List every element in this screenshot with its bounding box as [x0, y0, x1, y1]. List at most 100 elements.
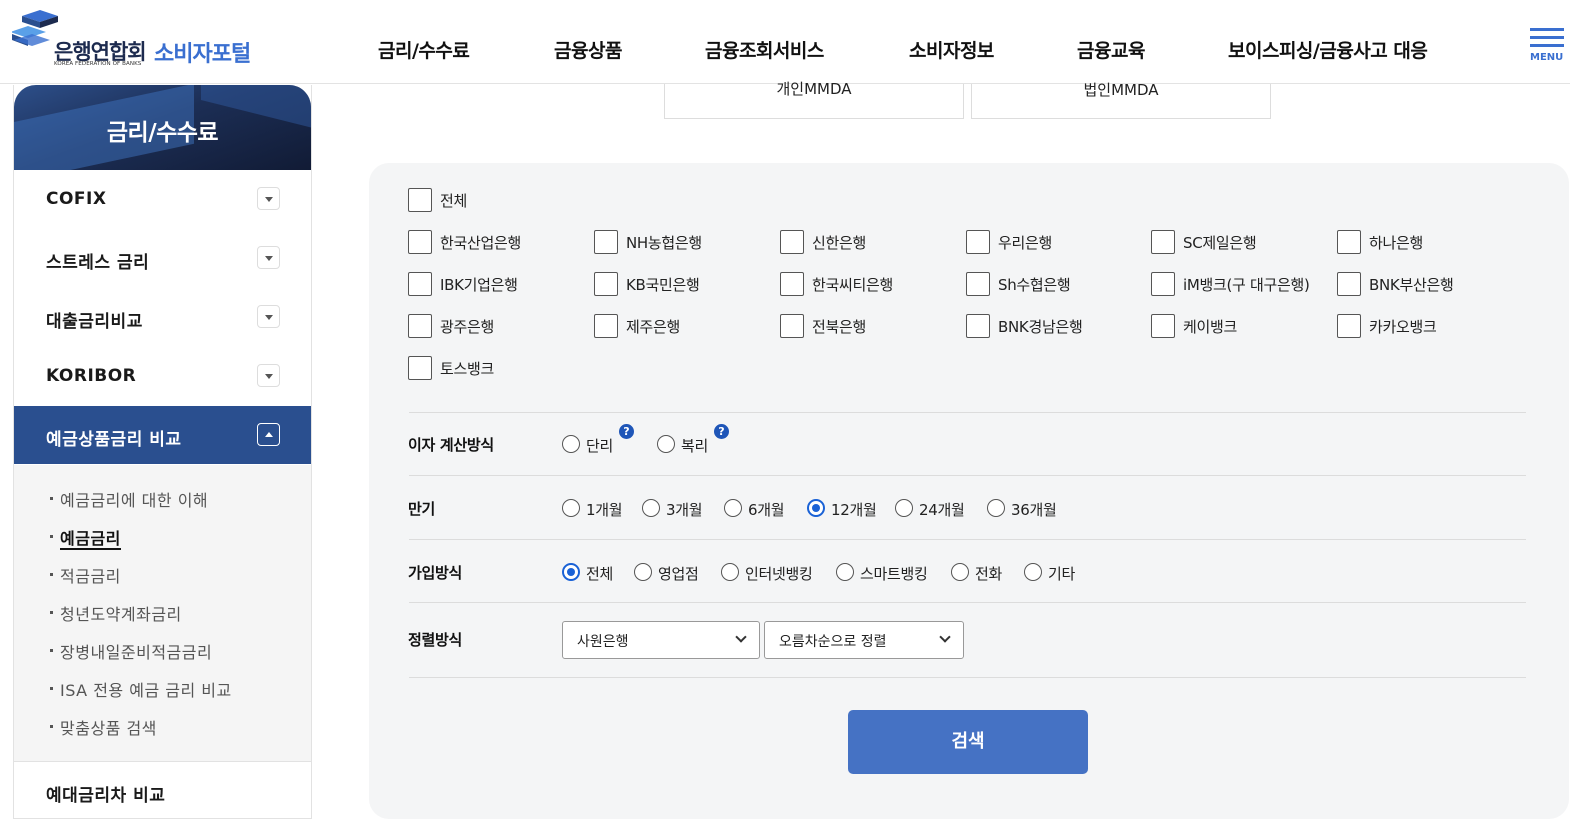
menu-label: MENU — [1530, 52, 1564, 63]
chevron-up-icon[interactable] — [257, 423, 280, 446]
nav-rates[interactable]: 금리/수수료 — [378, 36, 470, 63]
checkbox-box[interactable] — [1151, 272, 1175, 296]
checkbox-label: 제주은행 — [626, 318, 681, 336]
term-label: 만기 — [408, 500, 436, 518]
nav-phishing[interactable]: 보이스피싱/금융사고 대응 — [1228, 36, 1428, 63]
checkbox-label: 토스뱅크 — [440, 360, 495, 378]
radio-label: 1개월 — [586, 501, 623, 519]
nav-inquiry[interactable]: 금융조회서비스 — [705, 36, 824, 63]
checkbox-label: KB국민은행 — [626, 276, 700, 294]
checkbox-label: BNK부산은행 — [1369, 276, 1454, 294]
tab-corporate-mmda[interactable]: 법인MMDA — [971, 83, 1271, 119]
checkbox-label: SC제일은행 — [1183, 234, 1257, 252]
radio-circle[interactable] — [562, 563, 580, 581]
divider — [409, 677, 1526, 678]
radio-circle[interactable] — [562, 499, 580, 517]
sub-item-custom-search[interactable]: 맞춤상품 검색 — [14, 715, 311, 753]
radio-label: 24개월 — [919, 501, 965, 519]
sub-item-understanding[interactable]: 예금금리에 대한 이해 — [14, 487, 311, 525]
checkbox-box[interactable] — [594, 314, 618, 338]
sidebar-item-koribor[interactable]: KORIBOR — [14, 347, 311, 406]
checkbox-box[interactable] — [1151, 230, 1175, 254]
nav-education[interactable]: 금융교육 — [1077, 36, 1145, 63]
search-button[interactable]: 검색 — [848, 710, 1088, 774]
sort-order-select[interactable]: 오름차순으로 정렬 — [764, 621, 964, 659]
radio-circle[interactable] — [721, 563, 739, 581]
radio-circle[interactable] — [951, 563, 969, 581]
site-header: 은행연합회 KOREA FEDERATION OF BANKS 소비자포털 금리… — [0, 0, 1570, 84]
sort-bank-select[interactable]: 사원은행 — [562, 621, 760, 659]
sub-item-label: ISA 전용 예금 금리 비교 — [60, 681, 232, 700]
checkbox-box[interactable] — [408, 314, 432, 338]
checkbox-box[interactable] — [594, 272, 618, 296]
radio-label: 36개월 — [1011, 501, 1057, 519]
radio-circle[interactable] — [642, 499, 660, 517]
sidebar-item-cofix[interactable]: COFIX — [14, 170, 311, 229]
chevron-down-icon[interactable] — [257, 364, 280, 387]
sub-item-deposit-rate[interactable]: 예금금리 — [14, 525, 311, 563]
divider — [409, 412, 1526, 413]
chevron-down-icon[interactable] — [257, 187, 280, 210]
radio-circle[interactable] — [1024, 563, 1042, 581]
sub-item-youth-account[interactable]: 청년도약계좌금리 — [14, 601, 311, 639]
checkbox-box[interactable] — [1337, 272, 1361, 296]
checkbox-box[interactable] — [408, 230, 432, 254]
sidebar-item-label: 대출금리비교 — [46, 312, 143, 332]
help-icon[interactable]: ? — [619, 424, 634, 439]
chevron-down-icon[interactable] — [257, 246, 280, 269]
radio-circle[interactable] — [657, 435, 675, 453]
radio-label: 스마트뱅킹 — [860, 565, 928, 583]
sidebar-item-loan-compare[interactable]: 대출금리비교 — [14, 288, 311, 347]
radio-label: 12개월 — [831, 501, 877, 519]
checkbox-box[interactable] — [594, 230, 618, 254]
checkbox-box[interactable] — [1151, 314, 1175, 338]
sidebar-item-deposit-compare[interactable]: 예금상품금리 비교 — [14, 406, 311, 465]
nav-consumer-info[interactable]: 소비자정보 — [909, 36, 994, 63]
sub-item-isa[interactable]: ISA 전용 예금 금리 비교 — [14, 677, 311, 715]
checkbox-label: 하나은행 — [1369, 234, 1424, 252]
checkbox-box[interactable] — [966, 314, 990, 338]
radio-circle[interactable] — [807, 499, 825, 517]
checkbox-label: 신한은행 — [812, 234, 867, 252]
radio-circle[interactable] — [987, 499, 1005, 517]
hamburger-icon-bar — [1530, 44, 1564, 47]
help-icon[interactable]: ? — [714, 424, 729, 439]
checkbox-box[interactable] — [1337, 314, 1361, 338]
logo-portal-text: 소비자포털 — [154, 42, 251, 67]
divider — [409, 475, 1526, 476]
menu-button[interactable]: MENU — [1528, 26, 1566, 66]
radio-label: 3개월 — [666, 501, 703, 519]
sub-item-soldier-savings[interactable]: 장병내일준비적금금리 — [14, 639, 311, 677]
checkbox-box[interactable] — [408, 356, 432, 380]
sub-item-label: 예금금리 — [60, 529, 121, 550]
radio-circle[interactable] — [634, 563, 652, 581]
site-logo[interactable]: 은행연합회 KOREA FEDERATION OF BANKS 소비자포털 — [12, 10, 272, 70]
sidebar-item-spread-compare[interactable]: 예대금리차 비교 — [14, 761, 311, 818]
sub-item-savings-rate[interactable]: 적금금리 — [14, 563, 311, 601]
sidebar-sub-list: 예금금리에 대한 이해 예금금리 적금금리 청년도약계좌금리 장병내일준비적금금… — [14, 465, 311, 761]
checkbox-label: 한국씨티은행 — [812, 276, 894, 294]
checkbox-box[interactable] — [966, 230, 990, 254]
nav-products[interactable]: 금융상품 — [554, 36, 622, 63]
checkbox-box[interactable] — [408, 188, 432, 212]
sidebar-item-stress-rate[interactable]: 스트레스 금리 — [14, 229, 311, 288]
radio-circle[interactable] — [836, 563, 854, 581]
radio-circle[interactable] — [895, 499, 913, 517]
checkbox-box[interactable] — [780, 230, 804, 254]
checkbox-box[interactable] — [780, 314, 804, 338]
checkbox-box[interactable] — [408, 272, 432, 296]
divider — [409, 602, 1526, 603]
radio-circle[interactable] — [724, 499, 742, 517]
chevron-down-icon[interactable] — [257, 305, 280, 328]
radio-circle[interactable] — [562, 435, 580, 453]
tab-personal-mmda[interactable]: 개인MMDA — [664, 82, 964, 119]
checkbox-box[interactable] — [780, 272, 804, 296]
checkbox-box[interactable] — [1337, 230, 1361, 254]
radio-label: 전화 — [975, 565, 1003, 583]
chevron-down-icon — [735, 631, 747, 643]
checkbox-label: 광주은행 — [440, 318, 495, 336]
checkbox-box[interactable] — [966, 272, 990, 296]
checkbox-label: 전체 — [440, 192, 468, 210]
sort-method-label: 정렬방식 — [408, 631, 463, 649]
checkbox-label: Sh수협은행 — [998, 276, 1071, 294]
